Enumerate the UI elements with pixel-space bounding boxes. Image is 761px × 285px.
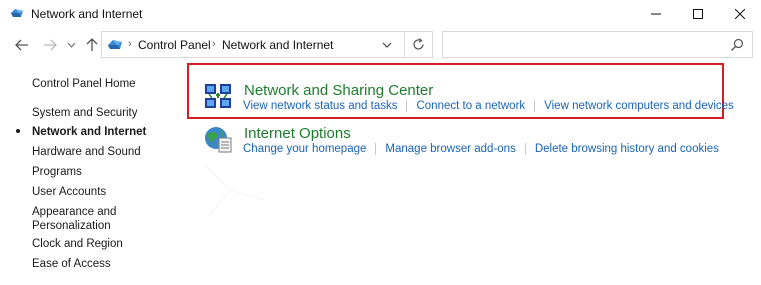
network-sharing-links: View network status and tasks Connect to… bbox=[243, 100, 734, 112]
sidebar-item-programs[interactable]: Programs bbox=[32, 165, 82, 179]
search-input[interactable] bbox=[449, 35, 719, 54]
sidebar-item-appearance-and-personalization[interactable]: Appearance and bbox=[32, 205, 116, 219]
arrow-up-icon bbox=[86, 38, 98, 51]
maximize-icon bbox=[693, 9, 703, 19]
search-icon[interactable] bbox=[730, 38, 744, 52]
address-history-dropdown[interactable] bbox=[380, 38, 394, 52]
control-panel-icon bbox=[108, 40, 122, 49]
link-divider bbox=[524, 143, 526, 155]
breadcrumb-separator-icon[interactable]: › bbox=[212, 38, 216, 50]
chevron-down-icon bbox=[382, 42, 392, 48]
arrow-left-icon bbox=[15, 39, 28, 51]
internet-options-title[interactable]: Internet Options bbox=[244, 125, 351, 142]
sidebar-item-user-accounts[interactable]: User Accounts bbox=[32, 185, 106, 199]
refresh-icon bbox=[413, 38, 424, 50]
sidebar-item-control-panel-home[interactable]: Control Panel Home bbox=[32, 77, 136, 91]
change-homepage-link[interactable]: Change your homepage bbox=[243, 143, 366, 155]
active-item-bullet bbox=[16, 129, 20, 133]
sidebar-item-ease-of-access[interactable]: Ease of Access bbox=[32, 257, 111, 271]
sidebar-item-network-and-internet[interactable]: Network and Internet bbox=[32, 125, 146, 139]
network-sharing-icon[interactable] bbox=[203, 81, 233, 111]
maximize-button[interactable] bbox=[676, 0, 720, 28]
manage-addons-link[interactable]: Manage browser add-ons bbox=[385, 143, 515, 155]
view-network-computers-link[interactable]: View network computers and devices bbox=[544, 100, 734, 112]
network-globe-icon bbox=[11, 9, 23, 17]
sidebar-item-clock-and-region[interactable]: Clock and Region bbox=[32, 237, 123, 251]
window-title: Network and Internet bbox=[31, 7, 143, 21]
back-button[interactable] bbox=[12, 34, 32, 56]
link-divider bbox=[534, 100, 536, 112]
address-bar[interactable]: › Control Panel › Network and Internet bbox=[101, 31, 405, 58]
breadcrumb-separator-icon[interactable]: › bbox=[128, 38, 132, 50]
link-divider bbox=[406, 100, 408, 112]
up-button[interactable] bbox=[83, 34, 101, 56]
sidebar-item-hardware-and-sound[interactable]: Hardware and Sound bbox=[32, 145, 141, 159]
link-divider bbox=[375, 143, 377, 155]
internet-options-links: Change your homepage Manage browser add-… bbox=[243, 143, 719, 155]
network-and-sharing-center-title[interactable]: Network and Sharing Center bbox=[244, 82, 433, 99]
chevron-down-icon bbox=[67, 42, 75, 48]
close-icon bbox=[735, 9, 745, 19]
sidebar-item-appearance-and-personalization-line2[interactable]: Personalization bbox=[32, 219, 111, 233]
recent-locations-button[interactable] bbox=[64, 34, 78, 56]
view-network-status-link[interactable]: View network status and tasks bbox=[243, 100, 397, 112]
connect-to-network-link[interactable]: Connect to a network bbox=[416, 100, 525, 112]
breadcrumb-network-and-internet[interactable]: Network and Internet bbox=[222, 38, 333, 52]
minimize-icon bbox=[651, 13, 661, 15]
minimize-button[interactable] bbox=[634, 0, 678, 28]
breadcrumb-control-panel[interactable]: Control Panel bbox=[138, 38, 211, 52]
close-button[interactable] bbox=[718, 0, 761, 28]
internet-options-icon[interactable] bbox=[203, 124, 233, 154]
search-box[interactable] bbox=[442, 31, 753, 58]
forward-button[interactable] bbox=[40, 34, 60, 56]
sidebar-item-system-and-security[interactable]: System and Security bbox=[32, 106, 137, 120]
refresh-button[interactable] bbox=[405, 31, 433, 58]
faint-watermark-icon bbox=[204, 164, 266, 216]
delete-browsing-history-link[interactable]: Delete browsing history and cookies bbox=[535, 143, 719, 155]
control-panel-window: Network and Internet › Control Panel › N… bbox=[0, 0, 761, 285]
title-bar: Network and Internet bbox=[0, 0, 761, 28]
arrow-right-icon bbox=[44, 39, 57, 51]
